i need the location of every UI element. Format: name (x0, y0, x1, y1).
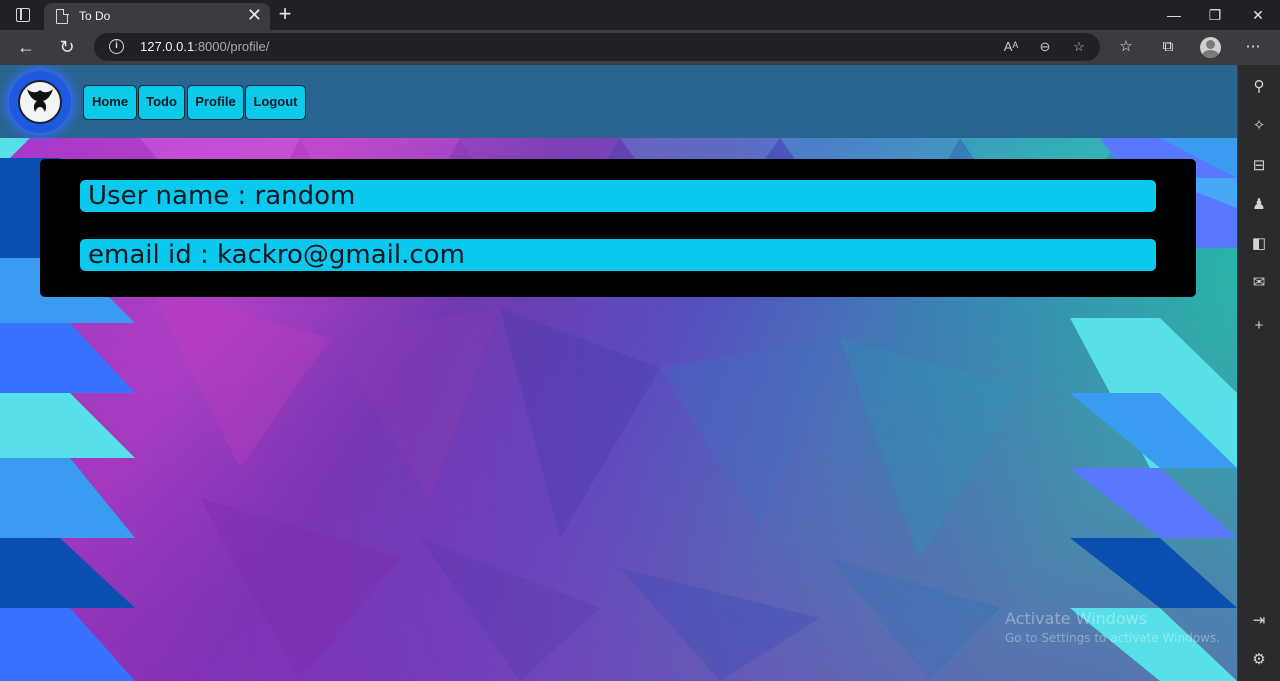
search-icon[interactable]: ⚲ (1249, 77, 1269, 97)
username-field: User name : random (80, 180, 1156, 212)
settings-icon[interactable]: ⚙ (1249, 650, 1269, 670)
nav-logout-button[interactable]: Logout (245, 85, 306, 120)
more-options-icon[interactable]: ⋯ (1242, 36, 1264, 58)
restore-button[interactable]: ❐ (1193, 0, 1237, 30)
tab-close-icon[interactable]: ✕ (247, 5, 262, 25)
close-window-button[interactable]: ✕ (1236, 0, 1280, 30)
add-favorite-icon[interactable]: ☆ (1070, 38, 1088, 56)
activate-windows-watermark: Activate Windows Go to Settings to activ… (1005, 609, 1220, 645)
url-host: 127.0.0.1 (140, 39, 195, 54)
tab-bar: To Do ✕ + — ❐ ✕ (0, 0, 1280, 30)
url-text: 127.0.0.1:8000/profile/ (140, 39, 269, 54)
site-info-icon[interactable]: i (109, 39, 124, 54)
outlook-icon[interactable]: ✉ (1249, 273, 1269, 293)
page-viewport: Home Todo Profile Logout User name : ran… (0, 65, 1237, 681)
minimize-button[interactable]: — (1152, 0, 1196, 30)
navbar: Home Todo Profile Logout (0, 65, 1237, 138)
office-icon[interactable]: ◧ (1249, 234, 1269, 254)
nav-todo-button[interactable]: Todo (138, 85, 185, 120)
watermark-subtitle: Go to Settings to activate Windows. (1005, 631, 1220, 645)
add-icon[interactable]: + (1249, 316, 1269, 336)
collections-icon[interactable]: ⧉ (1157, 36, 1179, 58)
back-icon[interactable]: ← (13, 34, 39, 60)
tab-title: To Do (79, 9, 111, 23)
watermark-title: Activate Windows (1005, 609, 1148, 628)
tab-active[interactable]: To Do ✕ (44, 3, 270, 30)
address-bar: ← ↻ i 127.0.0.1:8000/profile/ Aᴬ ⊖ ☆ ☆ ⧉… (0, 30, 1280, 65)
phoenix-logo-icon (27, 89, 53, 112)
hide-sidebar-icon[interactable]: ⇥ (1249, 611, 1269, 631)
nav-profile-button[interactable]: Profile (187, 85, 244, 120)
refresh-icon[interactable]: ↻ (54, 34, 80, 60)
url-field[interactable]: i 127.0.0.1:8000/profile/ Aᴬ ⊖ ☆ (94, 33, 1100, 61)
tab-actions-icon[interactable] (8, 6, 36, 26)
url-path: :8000/profile/ (194, 39, 270, 54)
profile-card: User name : random email id : kackro@gma… (40, 159, 1196, 297)
favorites-icon[interactable]: ☆ (1115, 36, 1137, 58)
email-field: email id : kackro@gmail.com (80, 239, 1156, 271)
read-aloud-icon[interactable]: Aᴬ (1002, 38, 1020, 56)
new-tab-button[interactable]: + (274, 2, 296, 26)
games-icon[interactable]: ♟ (1249, 195, 1269, 215)
nav-home-button[interactable]: Home (83, 85, 137, 120)
tools-icon[interactable]: ⊟ (1249, 156, 1269, 176)
logo[interactable] (9, 71, 71, 133)
page-icon (56, 8, 69, 24)
edge-sidebar: ⚲ ✧ ⊟ ♟ ◧ ✉ + ⇥ ⚙ (1237, 65, 1280, 681)
discover-icon[interactable]: ✧ (1249, 116, 1269, 136)
zoom-out-icon[interactable]: ⊖ (1036, 38, 1054, 56)
profile-avatar[interactable] (1200, 37, 1221, 58)
